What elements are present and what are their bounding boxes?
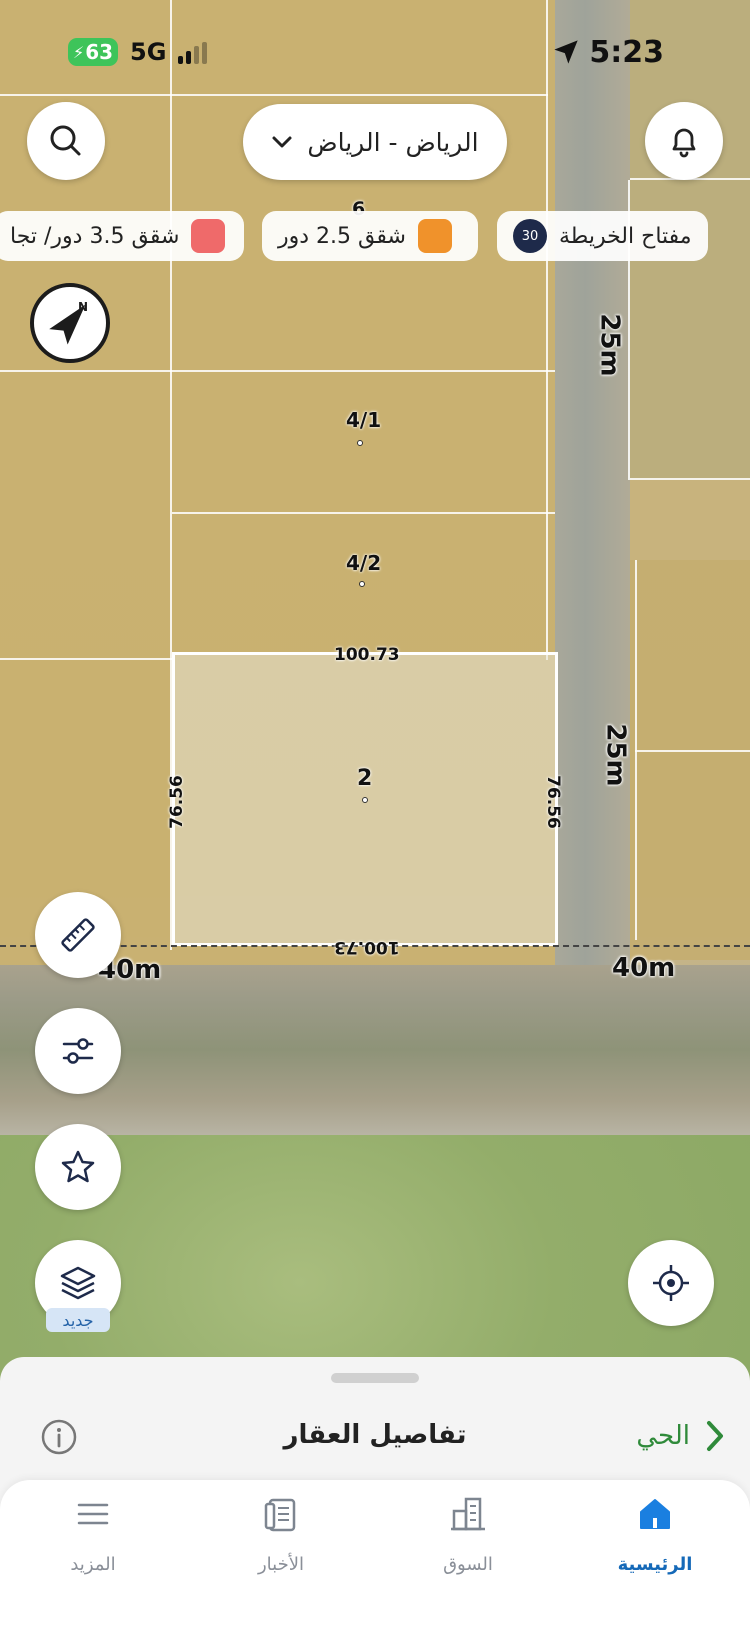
home-icon — [640, 1499, 670, 1529]
parcel-line — [546, 0, 548, 660]
plot-label[interactable]: 2 — [357, 766, 372, 791]
search-icon — [50, 125, 81, 156]
road-width-label: 25m — [594, 313, 625, 377]
sheet-drag-handle[interactable] — [331, 1373, 419, 1383]
plot-label[interactable]: 4/2 — [346, 551, 381, 575]
search-button[interactable] — [27, 102, 105, 180]
battery-indicator: ⚡ 63 — [68, 38, 118, 66]
layers-icon — [60, 1266, 96, 1300]
parcel-line — [630, 478, 750, 480]
svg-text:N: N — [78, 300, 88, 314]
measure-button[interactable] — [35, 892, 121, 978]
clock: 5:23 — [589, 35, 664, 70]
chevron-down-icon — [272, 136, 292, 148]
menu-icon — [77, 1503, 109, 1525]
tab-home[interactable]: الرئيسية — [590, 1486, 720, 1575]
my-location-button[interactable] — [628, 1240, 714, 1326]
parcel-line — [0, 94, 548, 96]
compass-icon: N — [49, 300, 88, 345]
tab-news-label: الأخبار — [257, 1554, 304, 1575]
tab-market[interactable]: السوق — [403, 1486, 533, 1575]
parcel-line — [635, 750, 750, 752]
status-bar: ⚡ 63 5G 5:23 — [0, 30, 750, 74]
star-icon — [61, 1150, 95, 1183]
sliders-icon — [62, 1038, 94, 1064]
map-key-label: مفتاح الخريطة — [559, 223, 692, 249]
new-badge: جديد — [46, 1308, 110, 1332]
legend-chip-apartments-3-5[interactable]: شقق 3.5 دور/ تجا — [0, 211, 244, 261]
location-arrow-icon — [554, 40, 578, 64]
road-width-label: 40m — [612, 953, 676, 983]
legend-chip-label: شقق 3.5 دور/ تجا — [10, 223, 180, 249]
bell-icon — [672, 128, 696, 158]
legend-swatch-orange — [417, 219, 452, 253]
tab-home-label: الرئيسية — [617, 1554, 693, 1575]
network-type: 5G — [130, 38, 167, 66]
dimension-top: 100.73 — [334, 645, 400, 665]
dimension-bottom: 100.73 — [334, 937, 400, 957]
notifications-button[interactable] — [645, 102, 723, 180]
plot-marker — [362, 797, 368, 803]
parcel-line — [0, 658, 172, 660]
map-key-chip[interactable]: 30 مفتاح الخريطة — [497, 211, 708, 261]
filter-button[interactable] — [35, 1008, 121, 1094]
tab-more[interactable]: المزيد — [28, 1486, 158, 1575]
building-icon — [451, 1497, 485, 1531]
plot-marker — [357, 440, 363, 446]
legend-swatch-red — [191, 219, 226, 253]
neighborhood-link[interactable]: الحي — [636, 1418, 726, 1454]
dimension-left: 76.56 — [166, 775, 187, 829]
city-selector-label: الرياض - الرياض — [307, 127, 479, 157]
crosshair-icon — [653, 1265, 689, 1301]
tab-news[interactable]: الأخبار — [216, 1486, 346, 1575]
compass-button[interactable]: N — [30, 283, 110, 363]
parcel-line — [172, 512, 555, 514]
chevron-right-icon — [707, 1421, 723, 1451]
land-area-east-lower — [630, 560, 750, 960]
map-key-badge: 30 — [513, 219, 547, 253]
ruler-icon — [61, 918, 95, 952]
favorites-button[interactable] — [35, 1124, 121, 1210]
news-icon — [264, 1498, 296, 1532]
tab-market-label: السوق — [443, 1554, 493, 1575]
neighborhood-label: الحي — [636, 1421, 690, 1451]
road-width-label: 25m — [600, 723, 631, 787]
plot-label[interactable]: 4/1 — [346, 408, 381, 432]
legend-chip-label: شقق 2.5 دور — [278, 223, 406, 249]
dimension-right: 76.56 — [542, 775, 563, 829]
charging-icon: ⚡ — [72, 42, 85, 62]
legend-chip-apartments-2-5[interactable]: شقق 2.5 دور — [262, 211, 478, 261]
vertical-road — [555, 0, 630, 970]
battery-level: 63 — [85, 40, 114, 64]
parcel-line — [0, 370, 555, 372]
city-selector[interactable]: الرياض - الرياض — [243, 104, 507, 180]
signal-icon — [178, 42, 207, 64]
plot-marker — [359, 581, 365, 587]
tab-more-label: المزيد — [70, 1554, 116, 1575]
